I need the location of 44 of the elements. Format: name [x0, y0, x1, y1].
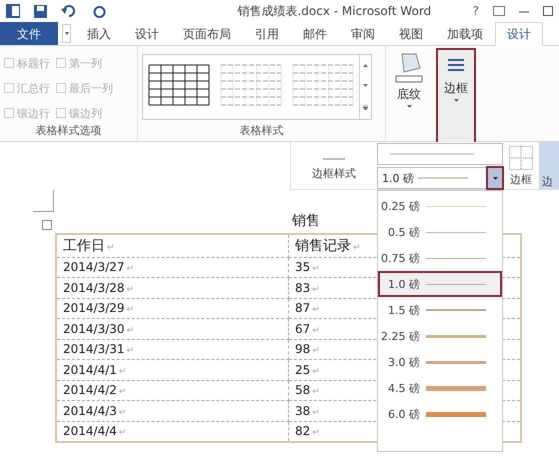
border-button[interactable]: 边框 — [503, 142, 539, 189]
table-cell: 2014/3/28 ↵ — [56, 278, 288, 298]
ribbon-tab[interactable]: 设计 — [495, 22, 543, 46]
redo-icon[interactable] — [93, 4, 106, 18]
table-style-gallery[interactable] — [142, 54, 372, 120]
shading-button[interactable]: 底纹 — [388, 46, 430, 138]
group-label: 表格样式 — [238, 123, 284, 139]
table-cell: 2014/3/30 ↵ — [56, 318, 288, 339]
caret-icon — [454, 99, 458, 102]
line-sample-icon — [418, 177, 468, 179]
save-icon[interactable] — [34, 4, 47, 18]
scroll-down-icon[interactable] — [363, 84, 368, 88]
border-styles-button[interactable]: 边框样式 — [312, 166, 356, 181]
dropdown-arrow-button[interactable] — [488, 168, 502, 188]
table-cell: 2014/4/3 ↵ — [56, 400, 288, 421]
window-title: 销售成绩表.docx - Microsoft Word — [236, 2, 432, 20]
caret-icon — [492, 176, 498, 180]
group-label: 表格样式选项 — [34, 123, 102, 139]
margin-corner-mark — [33, 190, 54, 212]
ribbon-display-icon[interactable] — [492, 6, 505, 16]
table-cell: 2014/4/1 ↵ — [56, 360, 288, 380]
caret-icon — [64, 32, 68, 35]
heading-text: 销售 — [292, 212, 320, 230]
table-header-cell: 工作日↵ — [56, 234, 288, 257]
table-cell: 2014/3/31 ↵ — [56, 339, 288, 360]
table-cell: 2014/4/2 ↵ — [56, 380, 288, 400]
word-icon[interactable] — [6, 4, 20, 18]
table-cell: 2014/3/29 ↵ — [56, 298, 288, 318]
scroll-up-icon[interactable] — [363, 64, 368, 67]
help-button[interactable]: ? — [472, 4, 479, 18]
line-weight-combo[interactable]: 1.0 磅 — [377, 167, 503, 189]
caret-icon — [406, 105, 412, 108]
table-move-handle[interactable] — [42, 220, 52, 230]
line-weight-option[interactable]: 1.0 磅 — [378, 271, 502, 297]
line-weight-option[interactable]: 0.25 磅 — [378, 193, 502, 219]
more-icon[interactable] — [363, 105, 368, 110]
file-tab[interactable]: 文件 — [0, 22, 58, 45]
maximize-icon[interactable] — [542, 6, 553, 16]
line-sample-icon — [323, 158, 345, 160]
table-cell: 2014/3/27 ↵ — [56, 257, 288, 278]
customize-button[interactable] — [62, 24, 71, 43]
borders-button[interactable]: 边框 — [438, 50, 474, 142]
border-grid-icon — [509, 146, 533, 170]
border-painter-button[interactable]: 边 — [539, 142, 559, 189]
